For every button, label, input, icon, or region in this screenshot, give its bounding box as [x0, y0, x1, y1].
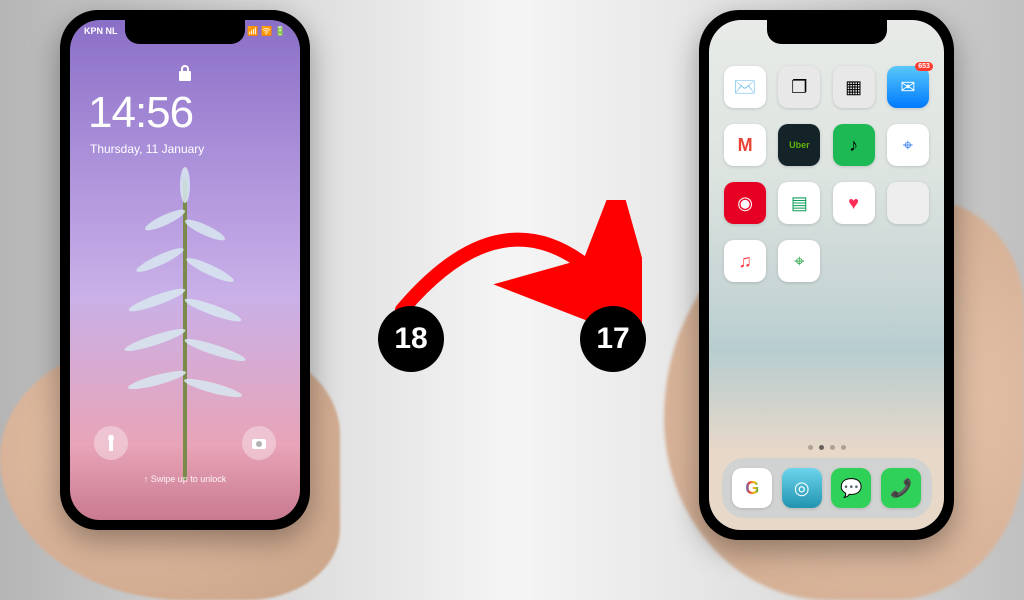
notch	[125, 20, 245, 44]
iphone-lockscreen: KPN NL 📶 🛜 🔋 14:56 Thursday, 11 January	[60, 10, 310, 530]
status-icons: 📶 🛜 🔋	[247, 26, 286, 37]
app-blank[interactable]	[887, 182, 929, 224]
page-dot	[808, 445, 813, 450]
app-google-maps[interactable]: ⌖	[778, 240, 820, 282]
dock-google[interactable]: G	[732, 468, 772, 508]
app-pinterest[interactable]: ◉	[724, 182, 766, 224]
lockscreen-date: Thursday, 11 January	[90, 142, 204, 156]
downgrade-graphic: 18 17	[342, 210, 682, 390]
page-dots	[808, 445, 846, 450]
lockscreen: KPN NL 📶 🛜 🔋 14:56 Thursday, 11 January	[70, 20, 300, 520]
app-folder[interactable]: ▦	[833, 66, 875, 108]
dock-messages[interactable]: 💬	[831, 468, 871, 508]
version-from-label: 18	[394, 322, 427, 356]
version-to-badge: 17	[580, 306, 646, 372]
page-dot	[841, 445, 846, 450]
dock-safari[interactable]: ◎	[782, 468, 822, 508]
app-spotify[interactable]: ♪	[833, 124, 875, 166]
homescreen: ✉️ ❐ ▦ ✉653 M Uber ♪ ⌖ ◉ ▤ ♥ ♫ ⌖ G ◎ 💬 📞	[709, 20, 944, 530]
swipe-hint: ↑ Swipe up to unlock	[144, 474, 227, 484]
app-sheets[interactable]: ▤	[778, 182, 820, 224]
camera-button[interactable]	[242, 426, 276, 460]
mail-badge: 653	[915, 62, 933, 71]
flashlight-button[interactable]	[94, 426, 128, 460]
notch	[767, 20, 887, 44]
app-mail[interactable]: ✉️	[724, 66, 766, 108]
version-to-label: 17	[596, 322, 629, 356]
lockscreen-time: 14:56	[88, 88, 193, 138]
app-photos[interactable]: ❐	[778, 66, 820, 108]
dock: G ◎ 💬 📞	[722, 458, 932, 518]
lock-icon	[178, 64, 192, 87]
version-from-badge: 18	[378, 306, 444, 372]
iphone-homescreen: ✉️ ❐ ▦ ✉653 M Uber ♪ ⌖ ◉ ▤ ♥ ♫ ⌖ G ◎ 💬 📞	[699, 10, 954, 540]
app-health[interactable]: ♥	[833, 182, 875, 224]
page-dot-active	[819, 445, 824, 450]
dock-phone[interactable]: 📞	[881, 468, 921, 508]
app-uber-eats[interactable]: Uber	[778, 124, 820, 166]
wallpaper-plant	[115, 160, 255, 480]
app-grid: ✉️ ❐ ▦ ✉653 M Uber ♪ ⌖ ◉ ▤ ♥ ♫ ⌖	[723, 66, 930, 282]
carrier-label: KPN NL	[84, 26, 118, 37]
app-gmail[interactable]: M	[724, 124, 766, 166]
page-dot	[830, 445, 835, 450]
app-maps[interactable]: ⌖	[887, 124, 929, 166]
app-mail-2[interactable]: ✉653	[887, 66, 929, 108]
app-music[interactable]: ♫	[724, 240, 766, 282]
